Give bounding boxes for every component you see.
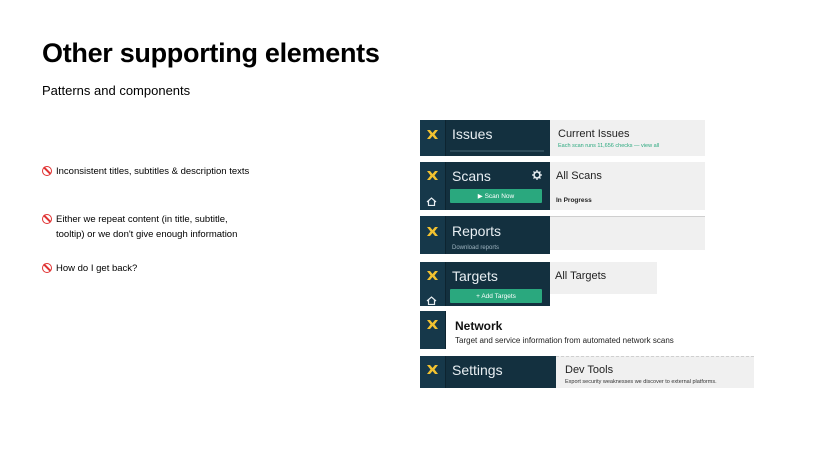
settings-nav[interactable]: Settings	[420, 356, 556, 388]
prohibited-icon	[42, 214, 52, 224]
add-targets-button[interactable]: + Add Targets	[450, 289, 542, 303]
bullet-text: How do I get back?	[56, 263, 138, 274]
nav-label: Scans	[452, 168, 491, 184]
page-title: Other supporting elements	[42, 38, 380, 68]
scans-panel: All Scans In Progress	[550, 162, 705, 210]
reports-example: Reports Download reports	[420, 216, 705, 254]
panel-title: All Scans	[556, 170, 602, 182]
nav-icon-column	[420, 311, 446, 349]
prohibited-icon	[42, 166, 52, 176]
section-title: Network	[455, 319, 503, 333]
panel-link[interactable]: Each scan runs 11,656 checks — view all	[558, 143, 659, 149]
network-example: Network Target and service information f…	[420, 311, 720, 351]
nav-sub-label: Download reports	[452, 245, 500, 251]
nav-icon-column	[420, 120, 446, 156]
reports-panel	[550, 216, 705, 250]
settings-panel: Dev Tools Export security weaknesses we …	[556, 356, 754, 388]
reports-nav[interactable]: Reports Download reports	[420, 216, 550, 254]
scans-example: Scans ▶ Scan Now All Scans In Progress	[420, 162, 705, 210]
scan-now-button[interactable]: ▶ Scan Now	[450, 189, 542, 203]
bullet-text: Either we repeat content (in title, subt…	[56, 214, 238, 240]
logo-icon	[427, 227, 438, 236]
prohibited-icon	[42, 263, 52, 273]
scans-nav[interactable]: Scans ▶ Scan Now	[420, 162, 550, 210]
logo-icon	[427, 320, 438, 329]
nav-label: Issues	[452, 126, 493, 142]
bullet-item: How do I get back?	[42, 261, 252, 276]
panel-title: Current Issues	[558, 128, 630, 140]
home-icon[interactable]	[426, 197, 437, 206]
network-nav[interactable]	[420, 311, 446, 349]
settings-example: Settings Dev Tools Export security weakn…	[420, 356, 754, 388]
logo-icon	[427, 130, 438, 139]
issues-nav[interactable]: Issues	[420, 120, 550, 156]
issues-example: Issues Current Issues Each scan runs 11,…	[420, 120, 705, 156]
nav-icon-column	[420, 262, 446, 306]
logo-icon	[427, 365, 438, 374]
panel-description: Export security weaknesses we discover t…	[565, 379, 717, 385]
nav-icon-column	[420, 162, 446, 210]
nav-label: Settings	[452, 362, 503, 378]
logo-icon	[427, 171, 438, 180]
home-icon[interactable]	[426, 296, 437, 305]
bullet-item: Either we repeat content (in title, subt…	[42, 212, 252, 242]
nav-label: Reports	[452, 223, 502, 239]
targets-example: Targets + Add Targets All Targets	[420, 262, 660, 306]
nav-label: Targets	[452, 268, 498, 284]
issues-panel: Current Issues Each scan runs 11,656 che…	[550, 120, 705, 156]
nav-underline	[450, 150, 544, 152]
gear-icon[interactable]	[532, 170, 542, 180]
panel-title: All Targets	[555, 270, 607, 282]
page-subtitle: Patterns and components	[42, 83, 191, 98]
bullet-text: Inconsistent titles, subtitles & descrip…	[56, 166, 250, 177]
status-text: In Progress	[556, 197, 592, 204]
panel-title: Dev Tools	[565, 364, 614, 376]
logo-icon	[427, 271, 438, 280]
nav-icon-column	[420, 216, 446, 254]
targets-nav[interactable]: Targets + Add Targets	[420, 262, 550, 306]
section-description: Target and service information from auto…	[455, 336, 674, 345]
nav-icon-column	[420, 356, 446, 388]
targets-panel: All Targets	[550, 262, 657, 294]
bullet-item: Inconsistent titles, subtitles & descrip…	[42, 164, 252, 179]
